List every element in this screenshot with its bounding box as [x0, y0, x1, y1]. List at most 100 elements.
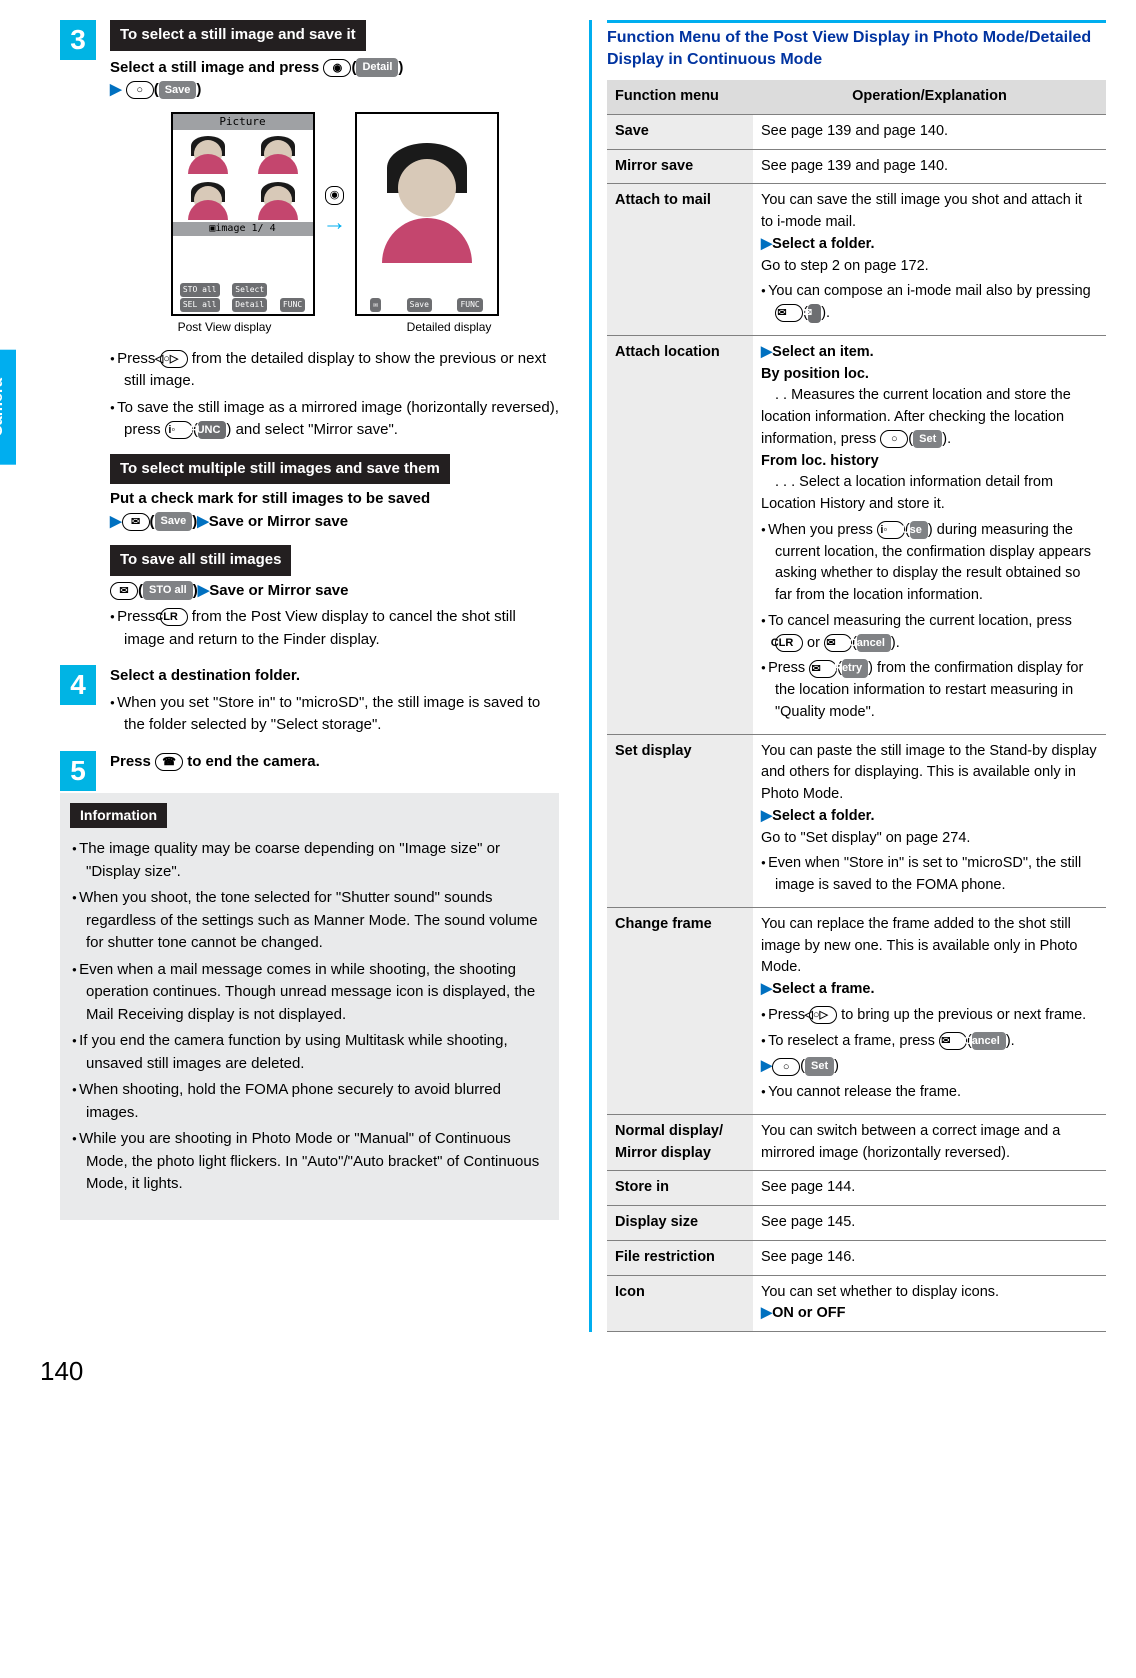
ok-key-icon: ○: [880, 430, 908, 448]
list-item: While you are shooting in Photo Mode or …: [72, 1128, 547, 1196]
info-list: The image quality may be coarse dependin…: [72, 838, 547, 1196]
pill-stoall: STO all: [143, 581, 193, 600]
list-item: When shooting, hold the FOMA phone secur…: [72, 1079, 547, 1124]
list-item: If you end the camera function by using …: [72, 1030, 547, 1075]
sk: SEL all: [180, 298, 220, 312]
pill-use: Use: [910, 521, 928, 540]
pill-detail: Detail: [356, 58, 398, 77]
list-item: When you press i◦(Use) during measuring …: [761, 520, 1098, 607]
pill-retry: Retry: [842, 659, 868, 678]
post-view-screen: Picture ▣image 1/ 4 STO allSEL all Selec…: [171, 112, 315, 316]
step4-title: Select a destination folder.: [110, 665, 559, 688]
mail-pill-icon: ✉: [808, 304, 821, 323]
image-counter: ▣image 1/ 4: [173, 222, 313, 236]
table-header: Function menu: [607, 80, 753, 114]
sk-mail-icon: ✉: [370, 298, 381, 312]
sk: FUNC: [457, 298, 482, 312]
screenshot-row: Picture ▣image 1/ 4 STO allSEL all Selec…: [110, 112, 559, 316]
list-item: When you shoot, the tone selected for "S…: [72, 887, 547, 955]
i-key-icon: i◦: [165, 421, 193, 439]
list-item: You cannot release the frame.: [761, 1082, 1098, 1104]
section-bar: To select a still image and save it: [110, 20, 366, 51]
dpad-key-icon: ◁○▷: [160, 350, 188, 368]
step-5: 5 Press ☎ to end the camera.: [60, 751, 559, 774]
table-header: Operation/Explanation: [753, 80, 1106, 114]
page-number: 140: [20, 1352, 1106, 1391]
table-row: Display sizeSee page 145.: [607, 1206, 1106, 1241]
list-item: Press ✉(Retry) from the confirmation dis…: [761, 658, 1098, 723]
table-row: Normal display/ Mirror displayYou can sw…: [607, 1114, 1106, 1171]
table-row: Icon You can set whether to display icon…: [607, 1275, 1106, 1332]
text: Select a still image and press: [110, 59, 323, 76]
detailed-screen: ✉ Save FUNC: [355, 112, 499, 316]
softkey-bar: STO allSEL all SelectDetail FUNC: [173, 282, 313, 314]
list-item: Even when "Store in" is set to "microSD"…: [761, 853, 1098, 897]
right-column: Function Menu of the Post View Display i…: [589, 20, 1106, 1332]
mail-key-icon: ✉: [824, 634, 852, 652]
caption-row: Post View display Detailed display: [110, 318, 559, 336]
left-column: 3 To select a still image and save it Se…: [20, 20, 559, 1332]
step-number: 3: [60, 20, 96, 60]
list-item: Press CLR from the Post View display to …: [110, 606, 559, 651]
i-key-icon: i◦: [877, 521, 905, 539]
sk: STO all: [180, 283, 220, 297]
mail-key-icon: ✉: [110, 582, 138, 600]
arrow-group: ◉ →: [323, 186, 347, 241]
list-item: You can compose an i-mode mail also by p…: [761, 281, 1098, 325]
table-row: Set display You can paste the still imag…: [607, 734, 1106, 907]
caption: Detailed display: [407, 318, 492, 336]
list-item: When you set "Store in" to "microSD", th…: [110, 692, 559, 737]
softkey-bar: ✉ Save FUNC: [357, 282, 497, 314]
side-tab: Camera: [0, 350, 16, 465]
section-bar: To save all still images: [110, 545, 291, 576]
pill-save: Save: [155, 512, 193, 531]
step-number: 4: [60, 665, 96, 705]
table-row: SaveSee page 139 and page 140.: [607, 114, 1106, 149]
list-item: To cancel measuring the current location…: [761, 611, 1098, 655]
pill-set: Set: [805, 1057, 834, 1076]
arrow-icon: ▶: [110, 81, 122, 98]
function-menu-table: Function menuOperation/Explanation SaveS…: [607, 80, 1106, 1332]
info-label: Information: [70, 803, 167, 828]
pill-set: Set: [913, 430, 942, 449]
step-3: 3 To select a still image and save it Se…: [60, 20, 559, 651]
menu-title: Function Menu of the Post View Display i…: [607, 20, 1106, 70]
mail-key-icon: ✉: [809, 660, 837, 678]
step3-instruction: Select a still image and press ◉(Detail)…: [110, 57, 559, 102]
pill-cancel: Cancel: [972, 1032, 1006, 1051]
section-bar: To select multiple still images and save…: [110, 454, 450, 485]
multi-instruction: Put a check mark for still images to be …: [110, 488, 559, 533]
sk: Detail: [232, 298, 267, 312]
thumbnail-grid: [173, 130, 313, 222]
table-row: File restrictionSee page 146.: [607, 1240, 1106, 1275]
step5-title: Press ☎ to end the camera.: [110, 751, 559, 774]
screen-title: Picture: [173, 114, 313, 130]
list-item: To reselect a frame, press ✉(Cancel).: [761, 1031, 1098, 1053]
clr-key-icon: CLR: [775, 634, 803, 652]
information-box: Information The image quality may be coa…: [60, 793, 559, 1220]
ok-key-icon: ○: [772, 1058, 800, 1076]
all-instruction: ✉(STO all)▶Save or Mirror save: [110, 580, 559, 603]
arrow-right-icon: →: [323, 205, 347, 241]
sk: Save: [407, 298, 432, 312]
table-row: Attach location ▶Select an item. By posi…: [607, 335, 1106, 734]
list-item: Press ◁○▷ from the detailed display to s…: [110, 348, 559, 393]
pill-cancel: Cancel: [857, 634, 891, 653]
ok-key-icon: ○: [126, 81, 154, 99]
list-item: Even when a mail message comes in while …: [72, 959, 547, 1027]
camera-badge-icon: ◉: [325, 186, 345, 205]
end-key-icon: ☎: [155, 753, 183, 771]
camera-key-icon: ◉: [323, 59, 351, 77]
step-number: 5: [60, 751, 96, 791]
pill-save: Save: [159, 81, 197, 100]
mail-key-icon: ✉: [775, 304, 803, 322]
step3-bullets2: Press CLR from the Post View display to …: [110, 606, 559, 651]
caption: Post View display: [178, 318, 272, 336]
list-item: The image quality may be coarse dependin…: [72, 838, 547, 883]
pill-func: FUNC: [198, 421, 227, 440]
mail-key-icon: ✉: [122, 513, 150, 531]
clr-key-icon: CLR: [160, 608, 188, 626]
list-item: Press ◁○▷ to bring up the previous or ne…: [761, 1005, 1098, 1027]
table-row: Mirror saveSee page 139 and page 140.: [607, 149, 1106, 184]
step-4: 4 Select a destination folder. When you …: [60, 665, 559, 737]
